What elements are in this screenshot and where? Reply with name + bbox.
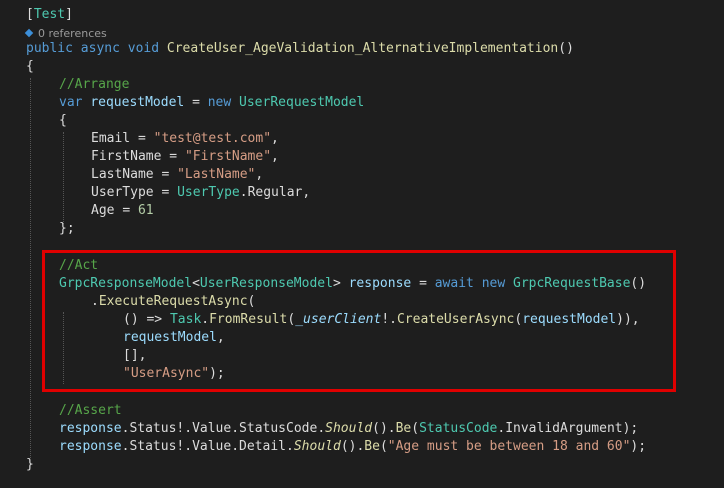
code-line-email: Email = "test@test.com", [91, 131, 279, 146]
code-line-request-model: var requestModel = new UserRequestModel [59, 95, 365, 110]
code-line-usertype: UserType = UserType.Regular, [91, 185, 311, 200]
code-line-user-async: "UserAsync"); [123, 366, 225, 381]
code-line-init-open: { [59, 113, 67, 128]
code-line-firstname: FirstName = "FirstName", [91, 149, 279, 164]
code-line-assert-comment: //Assert [59, 403, 122, 418]
code-line-assert-detail: response.Status!.Value.Detail.Should().B… [59, 439, 647, 454]
code-line-empty-collection: [], [123, 348, 147, 363]
indent-guide [63, 132, 64, 224]
code-line-attribute: [Test] [26, 7, 73, 22]
code-line-age: Age = 61 [91, 203, 154, 218]
code-line-assert-status: response.Status!.Value.StatusCode.Should… [59, 421, 639, 436]
code-line-response-declaration: GrpcResponseModel<UserResponseModel> res… [59, 276, 647, 291]
code-line-open-brace: { [26, 59, 34, 74]
reference-diamond-icon [24, 28, 34, 38]
code-line-execute: .ExecuteRequestAsync( [91, 294, 256, 309]
code-line-act-comment: //Act [59, 258, 99, 273]
code-line-init-close: }; [59, 221, 75, 236]
code-line-close-brace: } [26, 457, 34, 472]
code-line-lambda: () => Task.FromResult(_userClient!.Creat… [123, 312, 640, 327]
code-line-signature: public async void CreateUser_AgeValidati… [26, 41, 574, 56]
codelens-references[interactable]: 0 references [24, 27, 107, 41]
codelens-label[interactable]: 0 references [38, 27, 107, 40]
code-line-request-arg: requestModel, [123, 330, 225, 345]
code-line-lastname: LastName = "LastName", [91, 167, 264, 182]
code-line-arrange-comment: //Arrange [59, 77, 130, 92]
code-editor[interactable]: [Test] 0 references public async void Cr… [0, 0, 724, 488]
indent-guide [30, 78, 31, 458]
